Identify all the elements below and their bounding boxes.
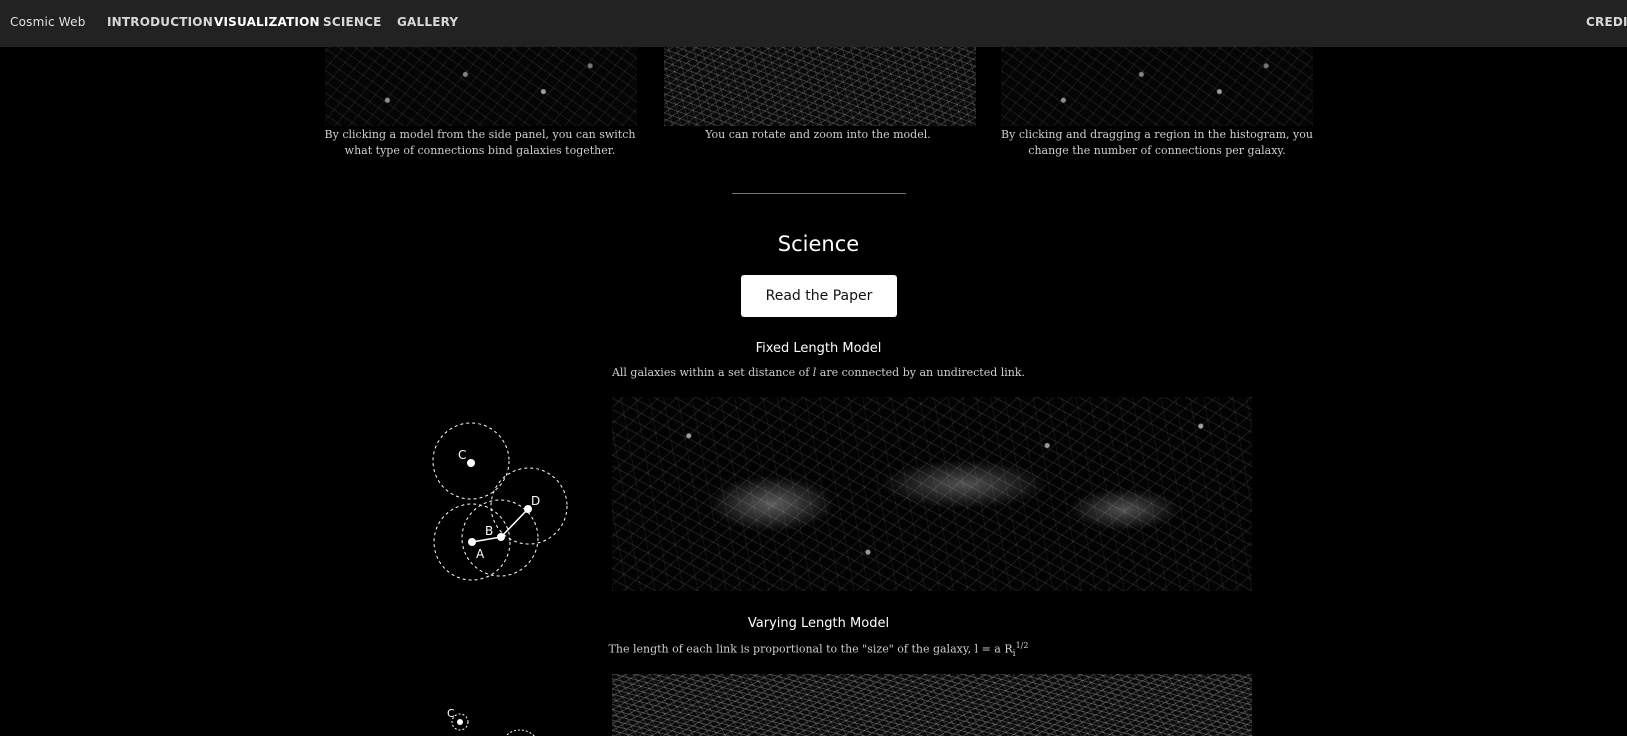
nav-visualization[interactable]: VISUALIZATION xyxy=(214,15,320,29)
fixed-model-visualization xyxy=(612,397,1252,591)
read-paper-button[interactable]: Read the Paper xyxy=(741,275,897,317)
nav-science[interactable]: SCIENCE xyxy=(323,15,382,29)
viz-thumbnail-histogram xyxy=(1001,40,1313,126)
varying-model-description: The length of each link is proportional … xyxy=(608,641,1029,659)
varying-model-title: Varying Length Model xyxy=(747,616,890,631)
science-title: Science xyxy=(777,232,860,256)
nav-gallery[interactable]: GALLERY xyxy=(397,15,458,29)
diagram-label-c: C xyxy=(447,707,455,720)
fixed-model-title: Fixed Length Model xyxy=(755,341,882,356)
varying-length-diagram: C xyxy=(447,707,535,736)
fixed-length-diagram: C D B A xyxy=(432,422,568,581)
viz-thumbnail-rotate-zoom xyxy=(664,40,976,126)
viz-thumbnail-model-switch xyxy=(325,40,637,126)
diagram-label-c: C xyxy=(458,448,466,462)
diagram-label-a: A xyxy=(476,547,485,561)
fixed-model-description: All galaxies within a set distance of l … xyxy=(611,366,1026,379)
brand-link[interactable]: Cosmic Web xyxy=(10,15,86,29)
caption-rotate-zoom: You can rotate and zoom into the model. xyxy=(705,128,931,141)
diagram-label-b: B xyxy=(485,524,493,538)
section-divider xyxy=(732,193,906,194)
caption-model-switch: By clicking a model from the side panel,… xyxy=(324,128,636,157)
varying-model-visualization xyxy=(612,674,1252,736)
top-nav: Cosmic Web INTRODUCTION VISUALIZATION SC… xyxy=(0,0,1627,47)
nav-credits[interactable]: CREDITS xyxy=(1586,15,1627,29)
nav-introduction[interactable]: INTRODUCTION xyxy=(107,15,213,29)
caption-histogram: By clicking and dragging a region in the… xyxy=(1001,128,1313,157)
diagram-label-d: D xyxy=(531,494,540,508)
